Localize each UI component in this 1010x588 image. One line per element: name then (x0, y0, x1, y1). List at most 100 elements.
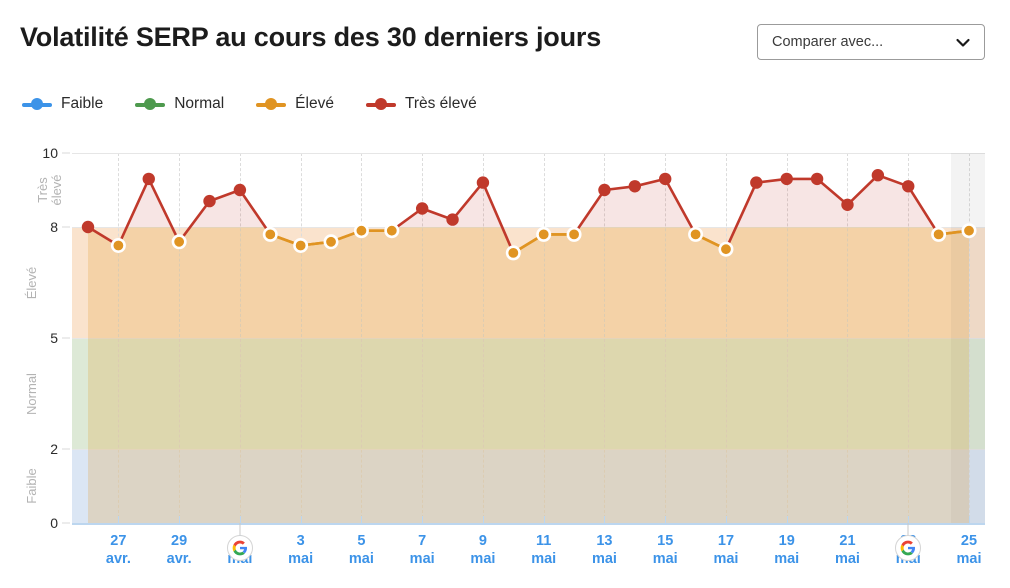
data-point[interactable] (780, 172, 793, 186)
x-tick-month: mai (713, 551, 739, 568)
data-point[interactable] (233, 183, 247, 197)
data-point[interactable] (353, 223, 369, 239)
data-point[interactable] (293, 238, 309, 254)
data-point[interactable] (566, 226, 582, 242)
data-point[interactable] (505, 245, 521, 261)
data-point[interactable] (536, 226, 552, 242)
x-tick-label: 29 avr. (167, 532, 192, 568)
x-tick-month: avr. (166, 551, 192, 568)
y-tick-label: 8 (50, 219, 58, 235)
x-tick-month: mai (348, 551, 374, 568)
x-tick-mark (179, 516, 181, 523)
x-tick-mark (300, 516, 302, 523)
y-tick-mark (62, 448, 70, 450)
x-tick-label: 21 mai (835, 532, 860, 568)
legend-marker-icon (256, 98, 287, 110)
data-point[interactable] (902, 180, 915, 193)
data-point[interactable] (415, 202, 429, 215)
data-point[interactable] (628, 180, 642, 193)
x-tick-day: 13 (596, 533, 613, 549)
x-tick-mark (543, 516, 545, 523)
legend-item-2[interactable]: Élevé (256, 95, 334, 113)
x-tick-label: 17 mai (713, 532, 738, 568)
x-tick-mark (908, 516, 910, 523)
x-tick-label: 5 mai (349, 532, 374, 568)
x-tick-label: 7 mai (410, 532, 435, 568)
x-tick-mark (361, 516, 363, 523)
data-point[interactable] (598, 183, 611, 197)
legend-item-0[interactable]: Faible (22, 95, 103, 113)
x-tick-day: 11 (536, 533, 552, 549)
serp-volatility-widget: Volatilité SERP au cours des 30 derniers… (0, 0, 1010, 588)
google-logo-icon[interactable] (226, 535, 253, 561)
band-label-1: Normal (24, 372, 39, 415)
google-logo-icon[interactable] (895, 535, 922, 561)
plot-area (72, 153, 985, 523)
x-tick-mark (969, 516, 970, 523)
x-tick-label: 3 mai (288, 532, 313, 568)
volatility-chart: 0 2 5 8 10 Faible Normal Élevé Très élevé 27 avr. 2… (0, 130, 1010, 588)
data-point[interactable] (871, 169, 885, 182)
data-point[interactable] (384, 223, 400, 239)
data-point[interactable] (171, 234, 187, 250)
x-tick-day: 7 (418, 533, 427, 549)
chart-legend: Faible Normal Élevé Très élevé (22, 93, 509, 115)
data-point[interactable] (931, 226, 947, 242)
chevron-down-icon (955, 35, 971, 51)
band-label-2: Élevé (24, 266, 39, 299)
y-tick-label: 10 (42, 145, 58, 161)
x-tick-mark (847, 516, 849, 523)
x-tick-label: 9 mai (470, 532, 495, 568)
x-tick-mark (422, 516, 424, 523)
x-tick-label: 27 avr. (106, 532, 131, 568)
x-tick-mark (239, 516, 241, 523)
legend-item-label: Très élevé (404, 95, 477, 112)
legend-item-label: Élevé (295, 95, 334, 112)
widget-header: Volatilité SERP au cours des 30 derniers… (0, 0, 1010, 78)
x-tick-month: mai (288, 551, 314, 568)
x-tick-label: 13 mai (592, 532, 617, 568)
compare-with-select[interactable]: Comparer avec... (757, 24, 985, 60)
band-label-3: Très élevé (35, 174, 64, 206)
data-point[interactable] (446, 213, 459, 226)
x-tick-month: avr. (105, 551, 131, 568)
data-point[interactable] (750, 176, 763, 189)
data-point[interactable] (110, 238, 126, 254)
data-point[interactable] (262, 226, 278, 242)
x-tick-label: 25 mai (957, 532, 982, 568)
x-tick-month: mai (591, 551, 617, 568)
legend-item-3[interactable]: Très élevé (365, 95, 477, 113)
x-tick-day: 9 (478, 533, 487, 549)
x-tick-month: mai (531, 551, 557, 568)
data-point[interactable] (659, 172, 672, 186)
legend-marker-icon (135, 98, 166, 110)
x-axis: 27avr.29avr.1mai3mai5mai7mai9mai11mai13m… (0, 516, 1010, 588)
x-tick-day: 29 (171, 533, 188, 549)
band-label-0: Faible (24, 468, 39, 504)
data-point[interactable] (718, 241, 734, 257)
data-point[interactable] (323, 234, 339, 250)
data-point[interactable] (476, 176, 490, 189)
data-point[interactable] (841, 198, 854, 211)
area-fill-eleve (88, 227, 969, 523)
x-tick-mark (118, 516, 120, 523)
data-point[interactable] (81, 220, 95, 234)
x-tick-label: 15 mai (653, 532, 678, 568)
data-point[interactable] (810, 172, 824, 186)
legend-item-1[interactable]: Normal (135, 95, 224, 113)
x-tick-day: 27 (110, 533, 127, 549)
legend-marker-icon (22, 98, 52, 110)
x-tick-day: 3 (296, 533, 305, 549)
data-point[interactable] (203, 194, 216, 208)
x-tick-mark (665, 516, 667, 523)
x-tick-month: mai (652, 551, 678, 568)
y-axis: 0 2 5 8 10 Faible Normal Élevé Très élevé (0, 130, 72, 546)
legend-marker-icon (365, 98, 396, 110)
data-point[interactable] (688, 226, 704, 242)
x-tick-month: mai (956, 551, 982, 568)
x-tick-month: mai (470, 551, 496, 568)
data-point[interactable] (961, 223, 977, 239)
y-tick-mark (62, 337, 70, 339)
data-point[interactable] (142, 172, 155, 186)
legend-item-label: Faible (61, 95, 104, 112)
